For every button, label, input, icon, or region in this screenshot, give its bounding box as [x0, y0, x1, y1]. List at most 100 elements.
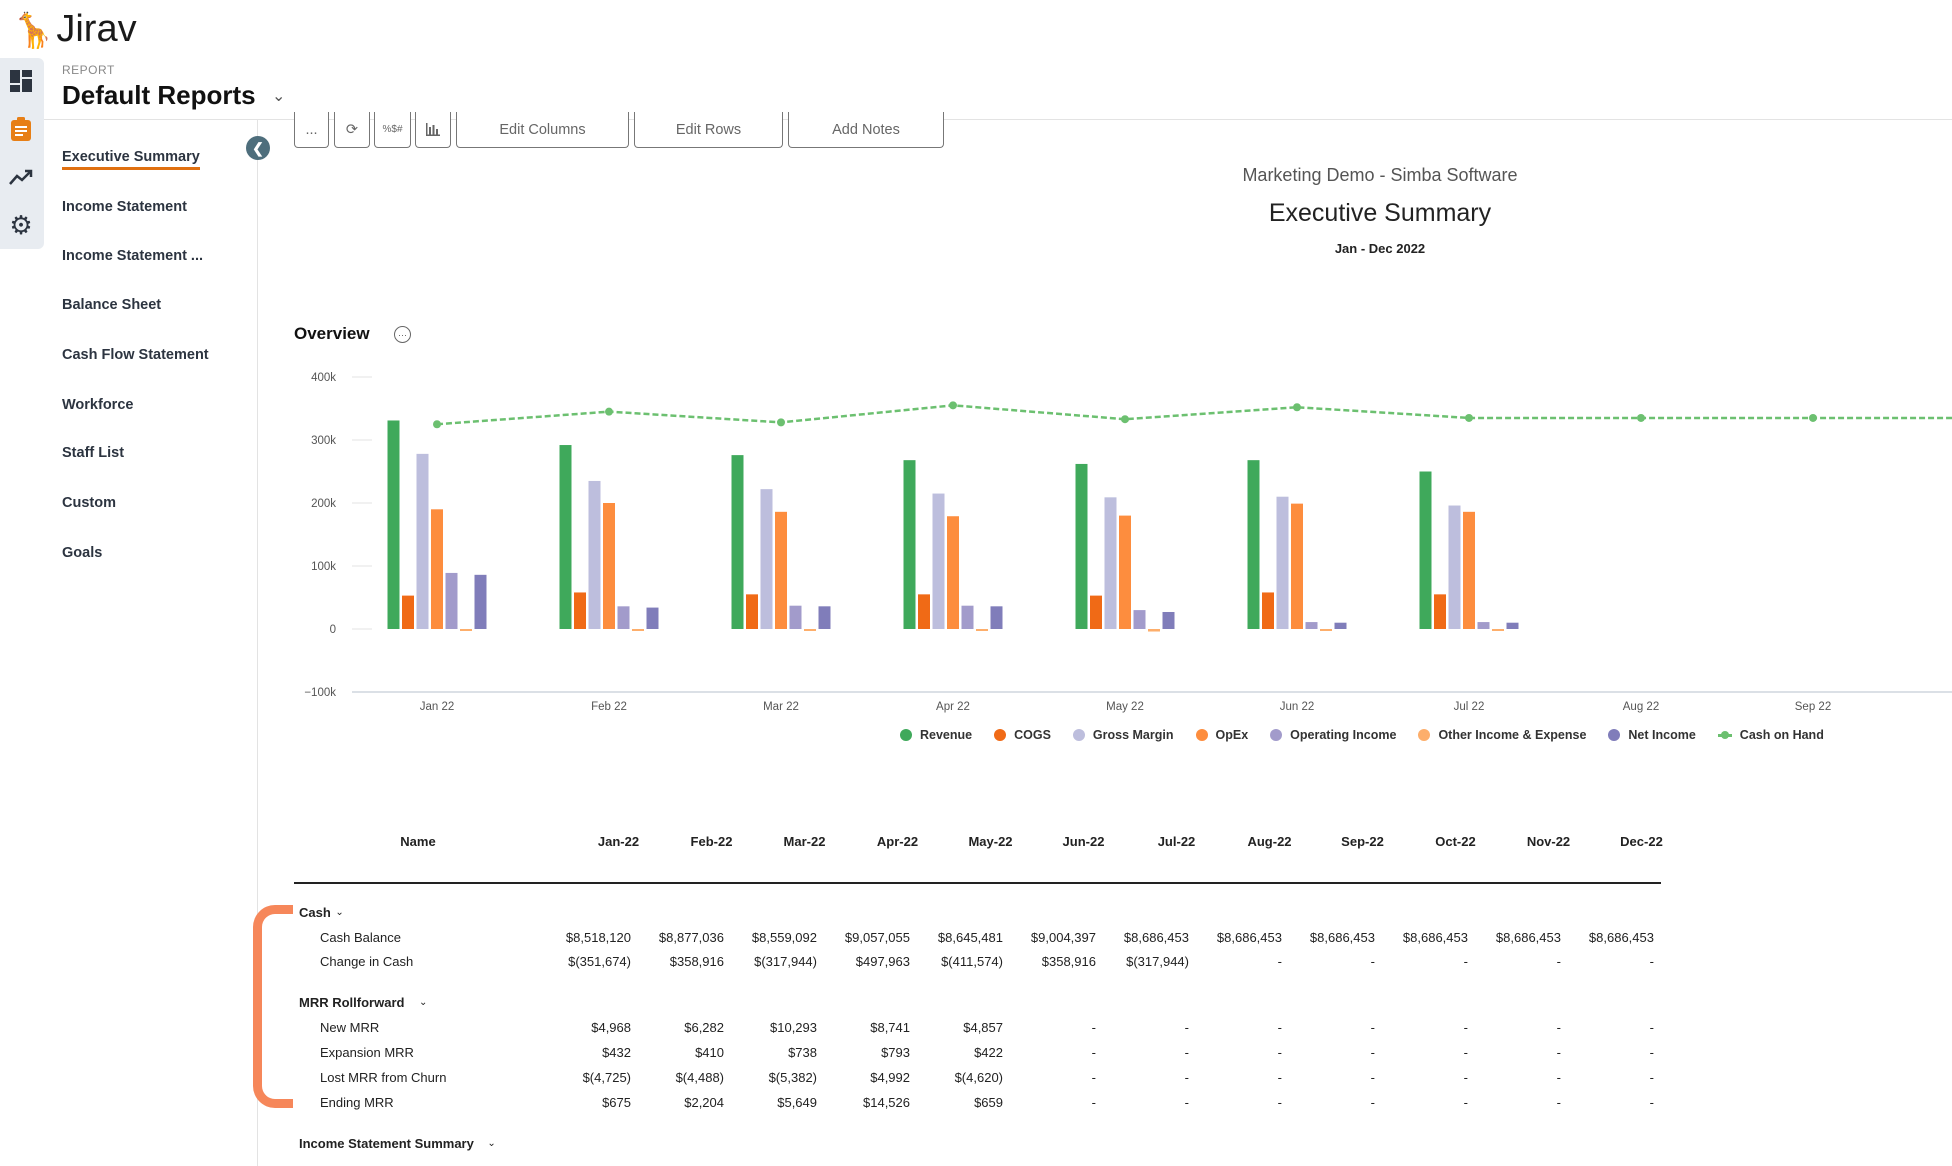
collapse-sidebar-button[interactable]: ❮: [246, 136, 270, 160]
refresh-icon: ⟳: [345, 121, 359, 138]
report-title-main: Executive Summary: [1268, 199, 1492, 227]
x-tick-label: Apr 22: [936, 701, 970, 713]
cell-value: -: [1649, 1045, 1654, 1060]
sidebar-item-workforce[interactable]: Workforce: [62, 397, 133, 413]
bar-operating-income: [1305, 622, 1318, 629]
bar-operating-income: [1477, 622, 1490, 629]
cell-value: -: [1463, 1095, 1468, 1110]
clipboard-icon[interactable]: [8, 116, 34, 142]
cell-value: $8,686,453: [1309, 930, 1375, 945]
cell-value: -: [1184, 1095, 1189, 1110]
row-label: Cash Balance: [320, 930, 401, 945]
cell-value: $6,282: [684, 1020, 724, 1035]
cell-value: $(317,944): [1126, 954, 1189, 969]
cell-value: -: [1463, 1020, 1468, 1035]
trend-icon[interactable]: [8, 164, 34, 190]
sidebar-item-cash-flow[interactable]: Cash Flow Statement: [62, 347, 209, 363]
chevron-down-icon[interactable]: ⌄: [419, 997, 427, 1008]
overview-chart: 400k 300k 200k 100k 0 −100k Jan 22 Feb 22 Mar 22…: [304, 372, 1952, 713]
legend-item[interactable]: OpEx: [1195, 728, 1248, 742]
bar-other-income-expense: [1492, 629, 1504, 631]
cell-value: $(411,574): [941, 954, 1003, 969]
legend-item[interactable]: COGS: [994, 728, 1051, 742]
overview-more-icon[interactable]: ···: [394, 326, 411, 343]
chevron-down-icon[interactable]: ⌄: [487, 1138, 495, 1149]
bar-other-income-expense: [1148, 629, 1160, 632]
cell-value: -: [1370, 954, 1375, 969]
legend-swatch: [1608, 729, 1621, 741]
legend-item[interactable]: Operating Income: [1270, 728, 1396, 742]
more-button[interactable]: ...: [294, 112, 329, 148]
number-format-button[interactable]: %$#: [374, 112, 411, 148]
column-header: Jun-22: [1062, 834, 1105, 849]
bar-gross-margin: [1448, 505, 1461, 629]
cell-value: -: [1370, 1070, 1375, 1085]
bar-revenue: [903, 460, 916, 629]
bar-opex: [947, 516, 959, 629]
y-tick-label: 400k: [311, 372, 336, 384]
cell-value: $(351,674): [568, 954, 631, 969]
add-notes-button[interactable]: Add Notes: [788, 112, 944, 148]
row-label: Ending MRR: [320, 1095, 394, 1110]
cash-on-hand-point: [1809, 413, 1817, 422]
legend-item[interactable]: Gross Margin: [1072, 728, 1174, 742]
column-header: Mar-22: [783, 834, 826, 849]
sidebar-item-goals[interactable]: Goals: [62, 545, 102, 561]
legend-item[interactable]: Other Income & Expense: [1418, 728, 1586, 742]
legend-item[interactable]: Cash on Hand: [1717, 728, 1824, 742]
legend-label: Other Income & Expense: [1438, 728, 1587, 742]
x-tick-label: Jun 22: [1280, 701, 1315, 713]
legend-swatch: [994, 729, 1007, 741]
sidebar-item-staff-list[interactable]: Staff List: [62, 445, 124, 461]
sidebar-item-balance-sheet[interactable]: Balance Sheet: [62, 297, 161, 313]
chevron-down-icon[interactable]: ⌄: [335, 907, 343, 918]
refresh-button[interactable]: ⟳: [334, 112, 370, 148]
bar-net-income: [818, 606, 831, 629]
cell-value: $(5,382): [768, 1070, 817, 1085]
edit-columns-button[interactable]: Edit Columns: [456, 112, 629, 148]
report-selector[interactable]: Default Reports: [62, 80, 256, 111]
cell-value: -: [1463, 1070, 1468, 1085]
cash-on-hand-point: [1637, 413, 1645, 422]
legend-item[interactable]: Revenue: [900, 728, 972, 742]
section-row[interactable]: Income Statement Summary ⌄: [0, 1136, 1700, 1154]
cell-value: -: [1184, 1020, 1189, 1035]
bar-net-income: [990, 606, 1003, 629]
y-tick-label: 0: [330, 624, 336, 636]
section-label: Cash: [299, 905, 331, 920]
jirav-logo[interactable]: 🦒 Jirav: [12, 8, 137, 51]
sidebar-item-executive-summary[interactable]: Executive Summary: [62, 149, 200, 170]
dashboard-icon[interactable]: [8, 68, 34, 94]
sidebar-item-custom[interactable]: Custom: [62, 495, 116, 511]
cash-on-hand-point: [433, 420, 441, 429]
x-tick-label: Aug 22: [1623, 701, 1659, 713]
bar-gross-margin: [1104, 497, 1117, 629]
cell-value: -: [1277, 1020, 1282, 1035]
legend-swatch: [1072, 729, 1085, 741]
cash-on-hand-point: [777, 418, 785, 427]
cell-value: $9,004,397: [1030, 930, 1096, 945]
chevron-down-icon[interactable]: ⌄: [272, 86, 285, 106]
bar-operating-income: [1133, 610, 1146, 629]
legend-label: COGS: [1014, 728, 1051, 742]
cell-value: $358,916: [1041, 954, 1096, 969]
sidebar-item-income-statement[interactable]: Income Statement: [62, 199, 187, 215]
giraffe-icon: 🦒: [12, 12, 55, 50]
edit-rows-button[interactable]: Edit Rows: [634, 112, 783, 148]
gear-icon[interactable]: ⚙: [8, 210, 34, 240]
sidebar-item-income-statement-2[interactable]: Income Statement ...: [62, 248, 203, 264]
section-label: Income Statement Summary: [299, 1136, 474, 1151]
cell-value: $4,857: [963, 1020, 1003, 1035]
legend-item[interactable]: Net Income: [1608, 728, 1696, 742]
bar-net-income: [1162, 611, 1175, 629]
cell-value: $659: [974, 1095, 1003, 1110]
chart-toggle-button[interactable]: [415, 112, 451, 148]
bar-revenue: [1247, 460, 1260, 629]
bar-operating-income: [961, 605, 974, 629]
chart-legend: Revenue COGS Gross Margin OpEx Operating Inc…: [900, 728, 1824, 742]
column-header: Feb-22: [690, 834, 733, 849]
cell-value: $358,916: [669, 954, 724, 969]
overview-title: Overview: [294, 324, 370, 343]
cell-value: $432: [602, 1045, 631, 1060]
y-tick-label: 300k: [311, 435, 336, 447]
